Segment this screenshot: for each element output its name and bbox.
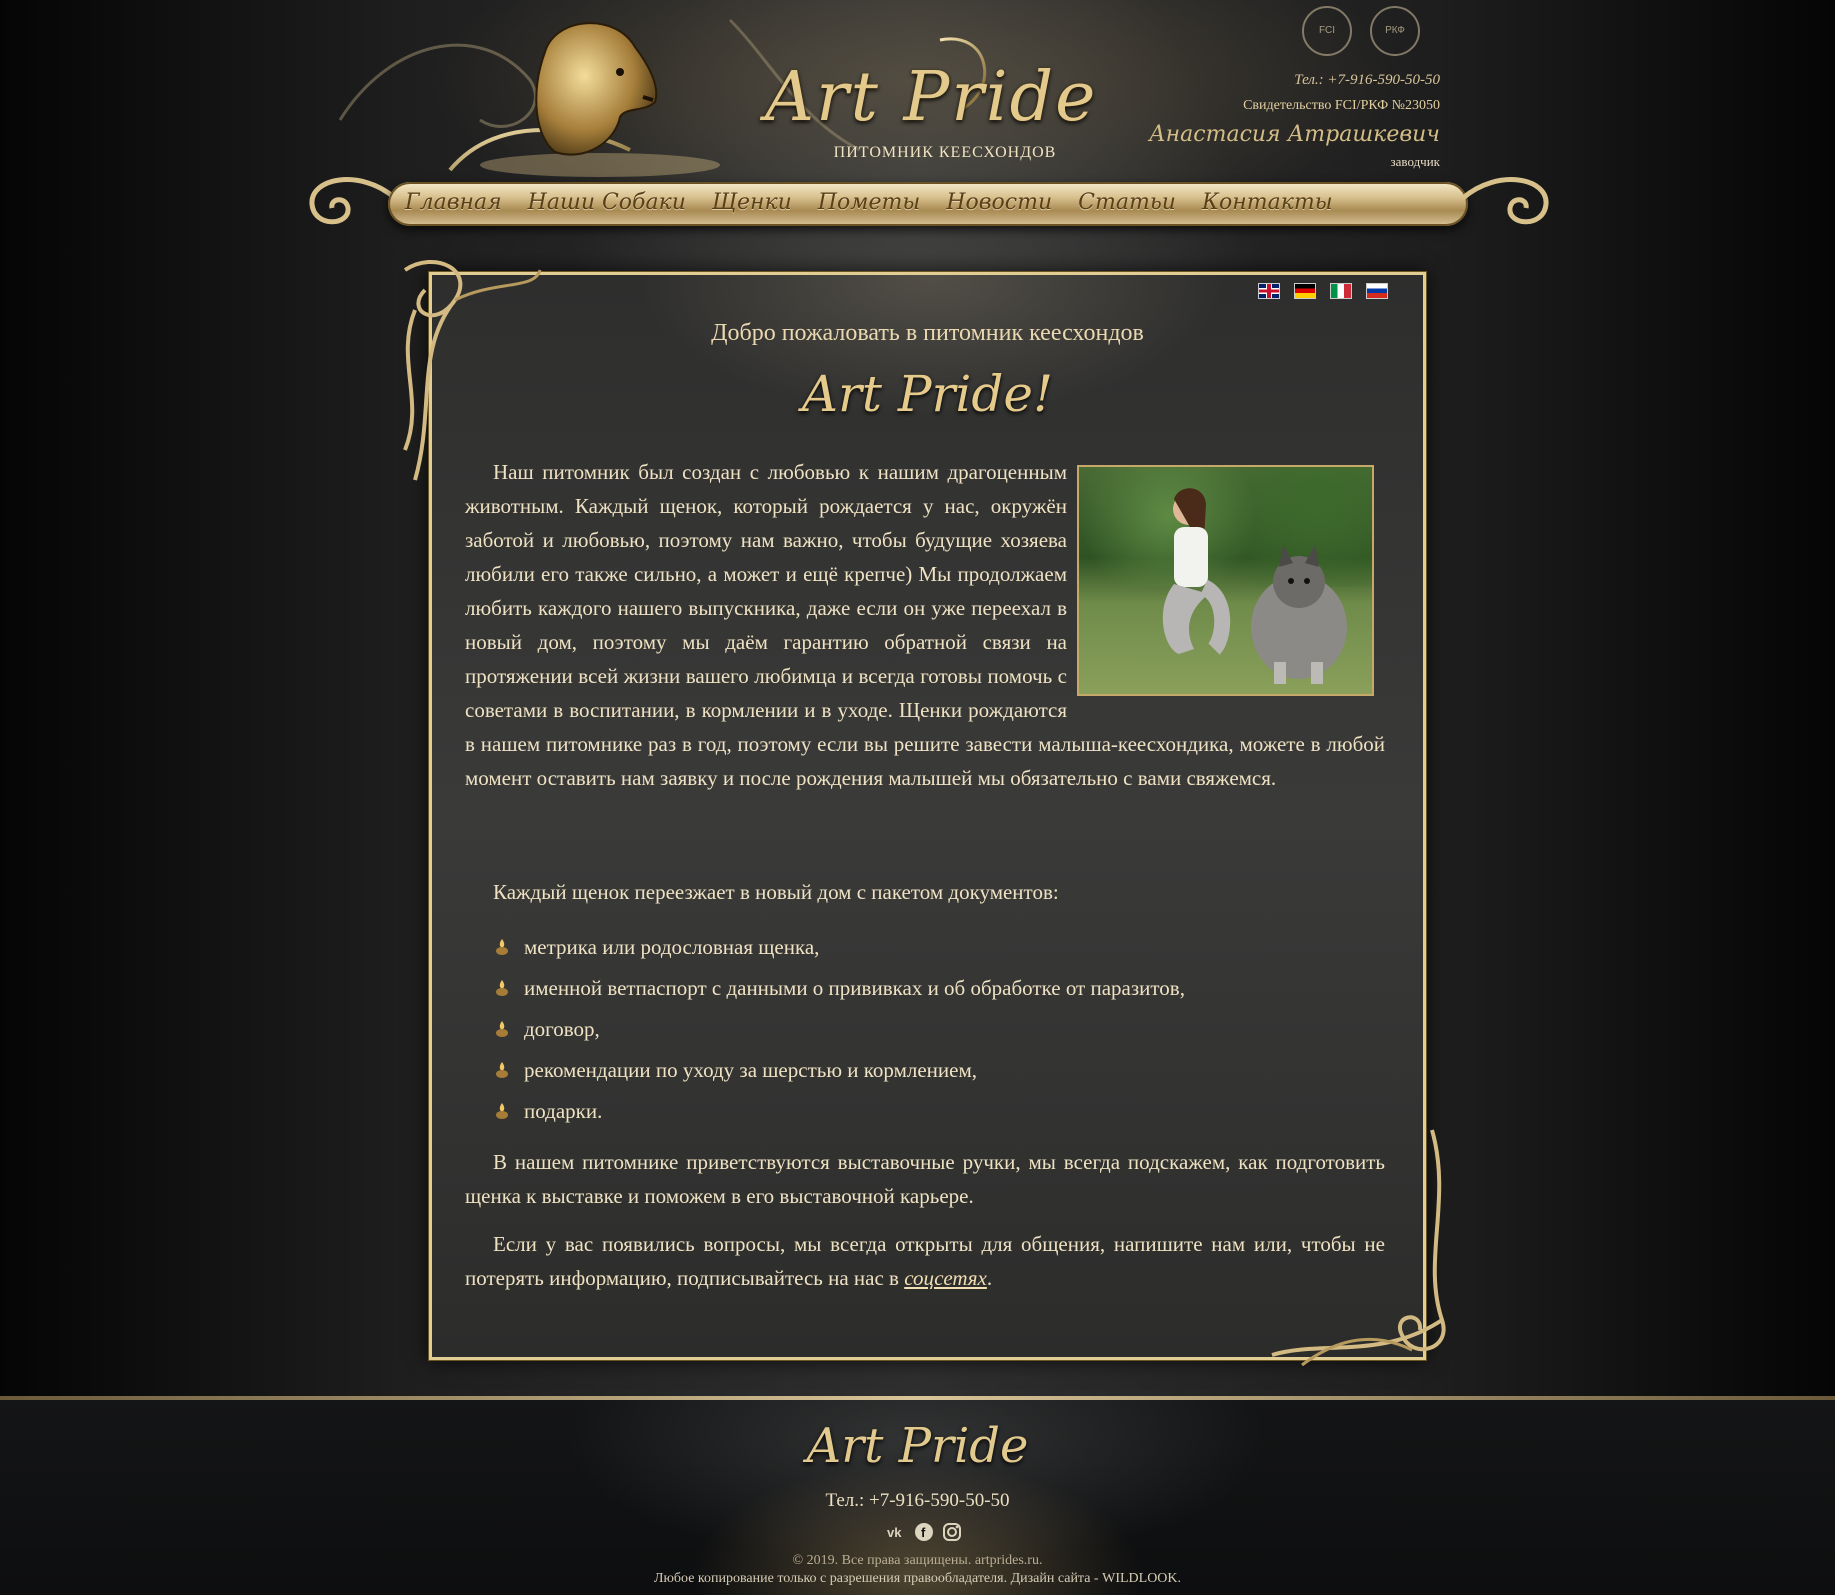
- nav-item-our-dogs[interactable]: Наши Собаки: [528, 190, 686, 215]
- footer-social-icons: vk f: [886, 1522, 962, 1542]
- list-item: договор,: [490, 1012, 1390, 1053]
- list-item: подарки.: [490, 1094, 1390, 1135]
- nav-ornament-left: [309, 177, 397, 225]
- facebook-icon[interactable]: f: [914, 1522, 934, 1542]
- nav-item-home[interactable]: Главная: [405, 190, 502, 215]
- flag-ru-icon[interactable]: [1366, 283, 1388, 299]
- list-item-text: подарки.: [524, 1099, 603, 1123]
- dog-head-logo: [535, 22, 658, 156]
- brand-logo[interactable]: Art Pride: [765, 58, 1135, 148]
- page-title-brand: Art Pride!: [801, 365, 1054, 423]
- page-title: Добро пожаловать в питомник кеесхондов: [711, 320, 1144, 346]
- list-item-text: договор,: [524, 1017, 600, 1041]
- nav-item-news[interactable]: Новости: [946, 190, 1052, 215]
- svg-text:f: f: [921, 1525, 926, 1540]
- nav-list: Главная Наши Собаки Щенки Пометы Новости…: [405, 190, 1359, 215]
- fci-seal-icon: FCI: [1302, 6, 1352, 56]
- photo-woman: [1162, 488, 1231, 655]
- photo-dog: [1251, 545, 1347, 684]
- header-phone[interactable]: Тел.: +7-916-590-50-50: [1110, 72, 1440, 94]
- flag-de-icon[interactable]: [1294, 283, 1316, 299]
- documents-lead: Каждый щенок переезжает в новый дом с па…: [493, 880, 1059, 904]
- social-link[interactable]: соцсетях: [904, 1266, 987, 1290]
- instagram-icon[interactable]: [942, 1522, 962, 1542]
- documents-list: метрика или родословная щенка, именной в…: [490, 930, 1390, 1135]
- candle-bullet-icon: [496, 980, 508, 996]
- candle-bullet-icon: [496, 1103, 508, 1119]
- contact-paragraph-end: .: [986, 1266, 993, 1290]
- contact-paragraph: Если у вас появились вопросы, мы всегда …: [465, 1227, 1385, 1295]
- footer-phone[interactable]: Тел.: +7-916-590-50-50: [0, 1490, 1835, 1512]
- candle-bullet-icon: [496, 1021, 508, 1037]
- list-item-text: именной ветпаспорт с данными о прививках…: [524, 976, 1185, 1000]
- nav-item-articles[interactable]: Статьи: [1078, 190, 1176, 215]
- candle-bullet-icon: [496, 1062, 508, 1078]
- list-item: рекомендации по уходу за шерстью и кормл…: [490, 1053, 1390, 1094]
- vk-icon[interactable]: vk: [886, 1522, 906, 1542]
- footer-rights: Любое копирование только с разрешения пр…: [653, 1571, 1182, 1586]
- nav-ornament-right: [1461, 177, 1549, 225]
- breeder-name: Анастасия Атрашкевич: [1149, 122, 1440, 147]
- nav-item-puppies[interactable]: Щенки: [712, 190, 792, 215]
- breeder-photo: [1077, 465, 1374, 696]
- nav-item-contacts[interactable]: Контакты: [1202, 190, 1333, 215]
- list-item-text: метрика или родословная щенка,: [524, 935, 820, 959]
- list-item: именной ветпаспорт с данными о прививках…: [490, 971, 1390, 1012]
- list-item-text: рекомендации по уходу за шерстью и кормл…: [524, 1058, 977, 1082]
- show-paragraph: В нашем питомнике приветствуются выставо…: [465, 1150, 1385, 1208]
- flag-it-icon[interactable]: [1330, 283, 1352, 299]
- main-nav: Главная Наши Собаки Щенки Пометы Новости…: [300, 168, 1558, 238]
- flag-en-icon[interactable]: [1258, 283, 1280, 299]
- header-certificate: Свидетельство FCI/РКФ №23050: [1243, 98, 1440, 113]
- footer-logo[interactable]: Art Pride: [0, 1418, 1835, 1474]
- brand-subtitle: ПИТОМНИК КЕЕСХОНДОВ: [833, 144, 1057, 161]
- language-switcher: [1258, 283, 1388, 299]
- svg-text:vk: vk: [887, 1525, 902, 1540]
- list-item: метрика или родословная щенка,: [490, 930, 1390, 971]
- footer-copyright: © 2019. Все права защищены. artprides.ru…: [792, 1553, 1043, 1568]
- header-contacts: Тел.: +7-916-590-50-50 Свидетельство FCI…: [1110, 72, 1440, 172]
- rkf-seal-icon: РКФ: [1370, 6, 1420, 56]
- nav-item-litters[interactable]: Пометы: [818, 190, 920, 215]
- candle-bullet-icon: [496, 939, 508, 955]
